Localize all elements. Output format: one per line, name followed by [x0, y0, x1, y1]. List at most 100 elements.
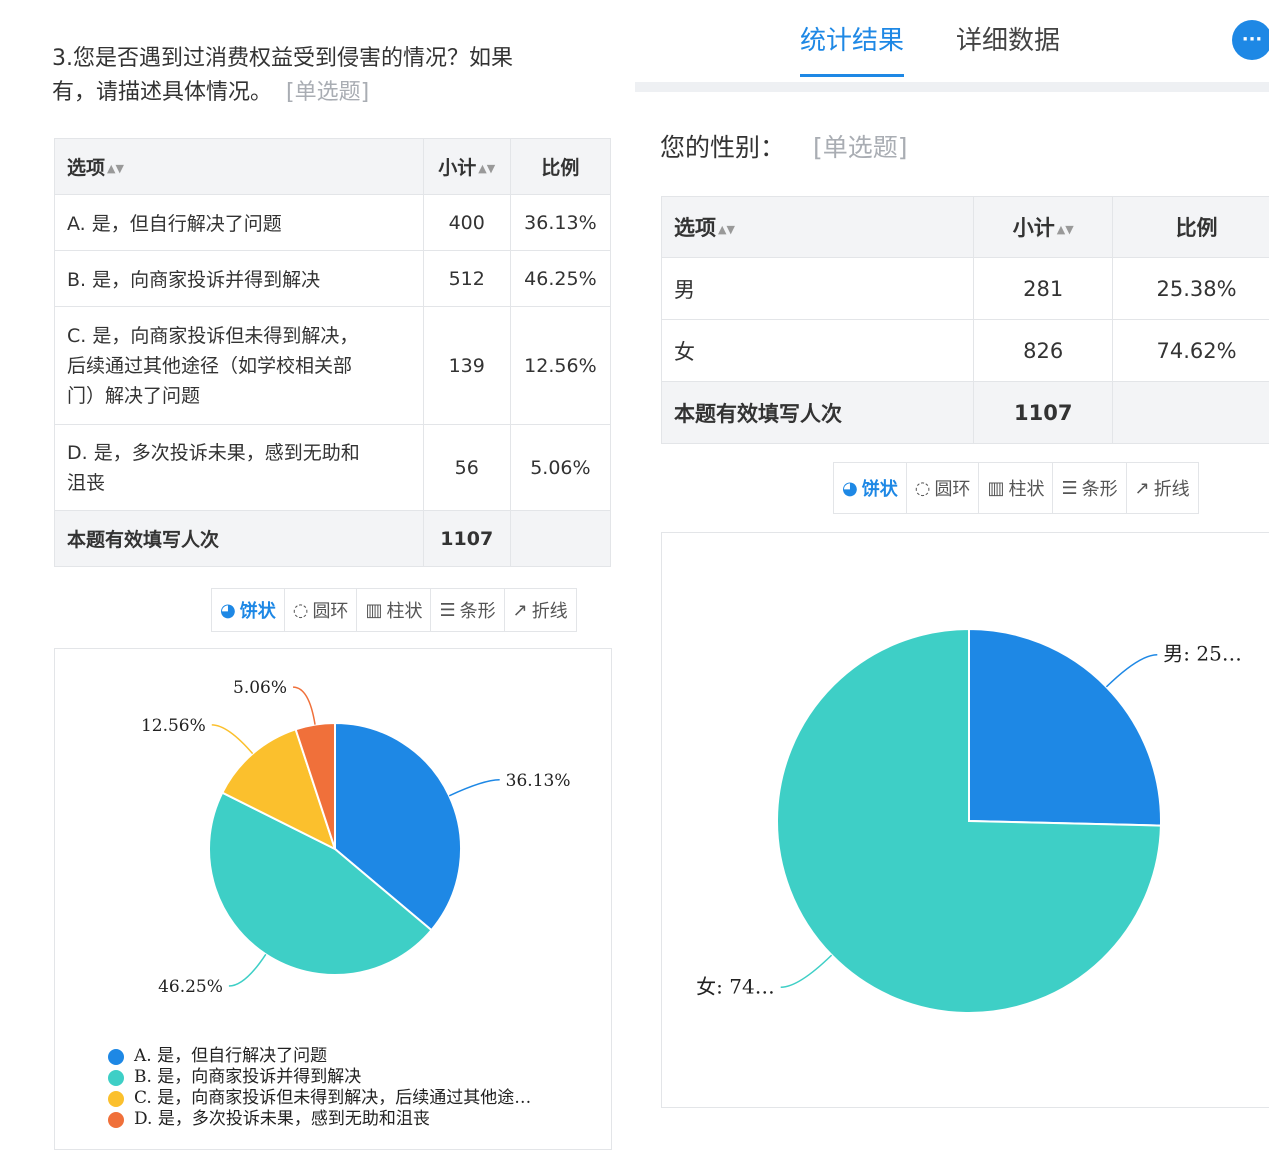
- table-total-row: 本题有效填写人次 1107: [55, 511, 611, 567]
- table-row: 女 826 74.62%: [662, 320, 1269, 382]
- count-cell: 826: [974, 320, 1113, 382]
- pie-leader-line: [781, 955, 832, 987]
- table-row: 男 281 25.38%: [662, 258, 1269, 320]
- sort-icon[interactable]: ▲▼: [107, 162, 124, 175]
- legend-item[interactable]: B. 是，向商家投诉并得到解决: [108, 1067, 531, 1088]
- chart-btn-line[interactable]: ↗折线: [505, 589, 576, 631]
- ellipsis-icon[interactable]: ···: [1232, 20, 1269, 60]
- chart-btn-column[interactable]: ▥柱状: [979, 463, 1053, 513]
- column-icon: ▥: [987, 478, 1004, 499]
- result-tabs: 统计结果 详细数据: [800, 0, 1060, 80]
- total-label: 本题有效填写人次: [662, 382, 974, 444]
- ratio-cell: 74.62%: [1113, 320, 1269, 382]
- chart-btn-pie[interactable]: ◕饼状: [212, 589, 285, 631]
- line-icon: ↗: [1135, 478, 1150, 499]
- legend-item[interactable]: A. 是，但自行解决了问题: [108, 1046, 531, 1067]
- bar-icon: ☰: [1061, 478, 1077, 499]
- chart-type-switcher-right: ◕饼状 ◌圆环 ▥柱状 ☰条形 ↗折线: [833, 462, 1199, 514]
- table-row: C. 是，向商家投诉但未得到解决， 后续通过其他途径（如学校相关部 门）解决了问…: [55, 307, 611, 425]
- results-table-left: 选项▲▼ 小计▲▼ 比例 A. 是，但自行解决了问题 400 36.13% B.…: [54, 138, 611, 567]
- total-count: 1107: [423, 511, 510, 567]
- sort-icon[interactable]: ▲▼: [478, 162, 495, 175]
- header-option[interactable]: 选项▲▼: [55, 139, 424, 195]
- pie-leader-line: [229, 954, 266, 986]
- pie-leader-line: [293, 687, 315, 725]
- ring-icon: ◌: [293, 600, 309, 621]
- question-text-line2: 有，请描述具体情况。: [52, 80, 272, 105]
- legend-dot: [108, 1070, 124, 1086]
- pie-label: 46.25%: [158, 977, 223, 997]
- pie-chart-left: 36.13% 46.25% 12.56% 5.06%: [55, 649, 611, 1041]
- chart-btn-bar[interactable]: ☰条形: [1053, 463, 1126, 513]
- legend-item[interactable]: D. 是，多次投诉未果，感到无助和沮丧: [108, 1109, 531, 1130]
- option-cell: C. 是，向商家投诉但未得到解决， 后续通过其他途径（如学校相关部 门）解决了问…: [55, 307, 424, 425]
- table-header-row: 选项▲▼ 小计▲▼ 比例: [55, 139, 611, 195]
- table-header-row: 选项▲▼ 小计▲▼ 比例: [662, 197, 1269, 258]
- tab-statistics[interactable]: 统计结果: [800, 0, 904, 77]
- total-count: 1107: [974, 382, 1113, 444]
- question-title-left: 3.您是否遇到过消费权益受到侵害的情况？如果 有，请描述具体情况。 [单选题]: [52, 42, 612, 110]
- pie-leader-line: [1106, 655, 1157, 687]
- pie-icon: ◕: [842, 478, 858, 499]
- legend-item[interactable]: C. 是，向商家投诉但未得到解决，后续通过其他途…: [108, 1088, 531, 1109]
- sort-icon[interactable]: ▲▼: [718, 223, 735, 236]
- option-cell: A. 是，但自行解决了问题: [55, 195, 424, 251]
- question-text: 您的性别：: [660, 133, 785, 162]
- pie-label: 5.06%: [233, 678, 287, 698]
- header-count[interactable]: 小计▲▼: [423, 139, 510, 195]
- count-cell: 56: [423, 425, 510, 511]
- legend-dot: [108, 1112, 124, 1128]
- total-ratio-empty: [1113, 382, 1269, 444]
- table-row: B. 是，向商家投诉并得到解决 512 46.25%: [55, 251, 611, 307]
- pie-icon: ◕: [220, 600, 236, 621]
- pie-leader-line: [212, 725, 253, 754]
- header-option[interactable]: 选项▲▼: [662, 197, 974, 258]
- question-type-tag: [单选题]: [813, 133, 908, 162]
- ratio-cell: 12.56%: [510, 307, 610, 425]
- pie-label: 男: 25…: [1163, 642, 1242, 666]
- count-cell: 139: [423, 307, 510, 425]
- table-row: D. 是，多次投诉未果，感到无助和 沮丧 56 5.06%: [55, 425, 611, 511]
- bar-icon: ☰: [439, 600, 455, 621]
- pie-label: 12.56%: [141, 716, 206, 736]
- chart-legend-left: A. 是，但自行解决了问题 B. 是，向商家投诉并得到解决 C. 是，向商家投诉…: [108, 1046, 531, 1130]
- chart-btn-ring[interactable]: ◌圆环: [285, 589, 358, 631]
- chart-btn-ring[interactable]: ◌圆环: [907, 463, 980, 513]
- results-table-right: 选项▲▼ 小计▲▼ 比例 男 281 25.38% 女 826 74.62% 本…: [661, 196, 1269, 444]
- option-cell: 男: [662, 258, 974, 320]
- question-type-tag: [单选题]: [286, 80, 369, 105]
- tab-detailed-data[interactable]: 详细数据: [956, 0, 1060, 80]
- pie-slice[interactable]: [969, 629, 1161, 826]
- total-label: 本题有效填写人次: [55, 511, 424, 567]
- table-total-row: 本题有效填写人次 1107: [662, 382, 1269, 444]
- chart-type-switcher-left: ◕饼状 ◌圆环 ▥柱状 ☰条形 ↗折线: [211, 588, 577, 632]
- question-title-right: 您的性别： [单选题]: [660, 128, 908, 164]
- count-cell: 512: [423, 251, 510, 307]
- count-cell: 400: [423, 195, 510, 251]
- option-cell: B. 是，向商家投诉并得到解决: [55, 251, 424, 307]
- question-text-line1: 3.您是否遇到过消费权益受到侵害的情况？如果: [52, 46, 513, 71]
- pie-leader-line: [449, 780, 499, 796]
- column-icon: ▥: [365, 600, 382, 621]
- chart-btn-column[interactable]: ▥柱状: [357, 589, 431, 631]
- chart-btn-pie[interactable]: ◕饼状: [834, 463, 907, 513]
- pie-chart-box-right: 男: 25… 女: 74…: [661, 532, 1269, 1108]
- table-row: A. 是，但自行解决了问题 400 36.13%: [55, 195, 611, 251]
- total-ratio-empty: [510, 511, 610, 567]
- option-cell: 女: [662, 320, 974, 382]
- legend-dot: [108, 1091, 124, 1107]
- line-icon: ↗: [513, 600, 528, 621]
- header-ratio: 比例: [510, 139, 610, 195]
- ratio-cell: 5.06%: [510, 425, 610, 511]
- pie-chart-right: 男: 25… 女: 74…: [662, 533, 1269, 1107]
- header-count[interactable]: 小计▲▼: [974, 197, 1113, 258]
- ratio-cell: 36.13%: [510, 195, 610, 251]
- sort-icon[interactable]: ▲▼: [1057, 223, 1074, 236]
- chart-btn-line[interactable]: ↗折线: [1127, 463, 1198, 513]
- ratio-cell: 46.25%: [510, 251, 610, 307]
- pie-label: 36.13%: [506, 771, 571, 791]
- legend-dot: [108, 1049, 124, 1065]
- chart-btn-bar[interactable]: ☰条形: [431, 589, 504, 631]
- pie-label: 女: 74…: [696, 974, 775, 998]
- count-cell: 281: [974, 258, 1113, 320]
